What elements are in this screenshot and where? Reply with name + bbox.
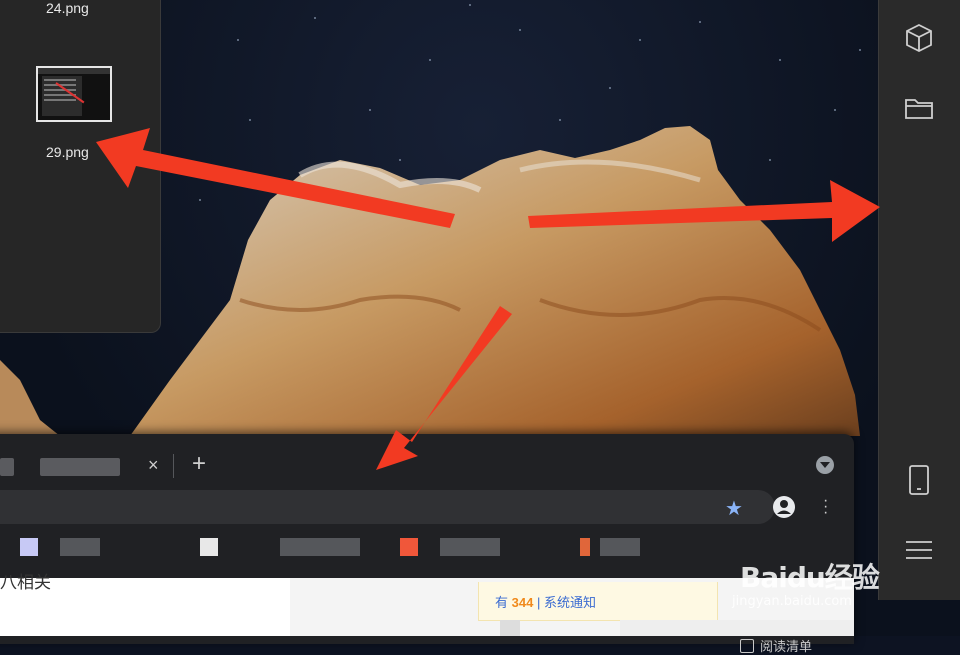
tab-title-blurred[interactable] [40, 458, 120, 476]
reading-list[interactable]: 阅读清单 [740, 636, 812, 655]
related-heading: 八相关 [0, 573, 51, 592]
bookmark-star-icon[interactable]: ★ [725, 496, 743, 521]
page-block [500, 620, 520, 636]
tab-divider [173, 454, 174, 478]
right-dock [878, 0, 960, 600]
notice-text: 系统通知 [543, 595, 596, 610]
tab-search-icon[interactable] [816, 456, 834, 474]
page-content: 八相关 有 344 | 系统通知 [0, 573, 854, 636]
bookmark-item[interactable] [60, 538, 100, 556]
more-menu-icon[interactable]: · · · [823, 493, 828, 521]
file-name-label: 24.png [46, 0, 89, 16]
address-bar[interactable] [0, 490, 775, 524]
page-block [620, 620, 854, 636]
file-24[interactable]: 24.png [46, 0, 89, 16]
close-tab-icon[interactable]: × [148, 455, 159, 476]
hamburger-icon[interactable] [899, 530, 939, 570]
profile-avatar-icon[interactable] [773, 496, 795, 518]
file-thumbnail-29[interactable] [36, 66, 112, 122]
new-tab-button[interactable]: + [192, 450, 206, 478]
watermark-logo: Baidu经验 [740, 561, 880, 594]
bookmark-item[interactable] [200, 538, 218, 556]
file-name-label: 29.png [46, 144, 89, 160]
notice-count: 344 [511, 595, 534, 610]
notice-prefix: 有 [495, 595, 509, 610]
baidu-watermark: Baidu经验 jingyan.baidu.com [732, 556, 880, 609]
phone-icon[interactable] [899, 460, 939, 500]
system-notice[interactable]: 有 344 | 系统通知 [478, 582, 718, 621]
tab-title-blurred[interactable] [0, 458, 14, 476]
cube-icon[interactable] [899, 18, 939, 58]
watermark-url: jingyan.baidu.com [732, 594, 852, 609]
bookmark-item[interactable] [600, 538, 640, 556]
reading-list-icon [740, 638, 754, 653]
tab-strip: × + [0, 434, 854, 486]
bookmark-item[interactable] [440, 538, 500, 556]
page-left-column: 八相关 [0, 573, 290, 636]
bookmark-item[interactable] [580, 538, 590, 556]
bookmark-item[interactable] [400, 538, 418, 556]
reading-list-label: 阅读清单 [760, 639, 813, 654]
notice-separator: | [536, 595, 541, 610]
file-29[interactable]: 29.png [46, 144, 89, 160]
bookmark-item[interactable] [20, 538, 38, 556]
finder-panel: 24.png 29.png [0, 0, 161, 333]
bookmark-item[interactable] [280, 538, 360, 556]
bookmarks-bar: 阅读清单 [0, 532, 854, 654]
folder-icon[interactable] [899, 88, 939, 128]
